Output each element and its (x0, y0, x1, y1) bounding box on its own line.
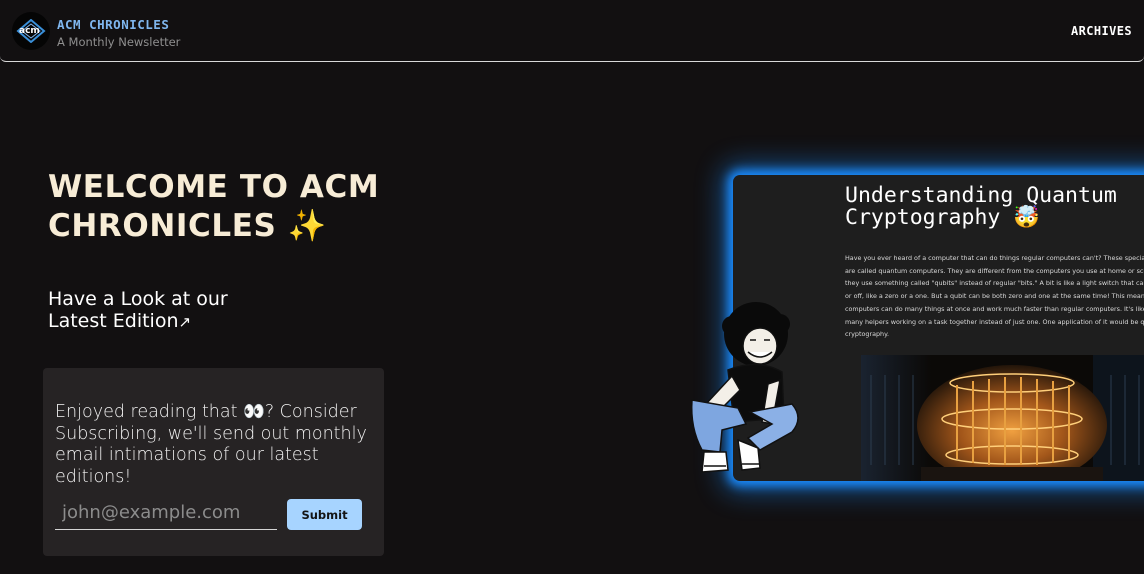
preview-title-line2: Cryptography 🤯 (845, 205, 1041, 230)
subscribe-card: Enjoyed reading that 👀? Consider Subscri… (43, 368, 384, 556)
preview-body-line: computers can do many things at once and… (845, 304, 1144, 313)
preview-body-line: are called quantum computers. They are d… (845, 266, 1144, 275)
site-title[interactable]: ACM CHRONICLES (57, 17, 169, 32)
hero-title: WELCOME TO ACM CHRONICLES ✨ (48, 168, 388, 246)
subscribe-text: Enjoyed reading that 👀? Consider Subscri… (55, 402, 367, 487)
preview-body: Have you ever heard of a computer that c… (845, 252, 1144, 341)
preview-body-line: cryptography. (845, 330, 890, 339)
preview-body-line: they use something called "qubits" inste… (845, 279, 1144, 288)
preview-body-line: many helpers working on a task together … (845, 317, 1144, 326)
crouching-person-illustration (680, 300, 810, 485)
hero-title-line1: WELCOME TO ACM (48, 169, 380, 205)
submit-button[interactable]: Submit (287, 499, 362, 530)
latest-edition-line2: Latest Edition↗ (48, 310, 192, 332)
hero-title-line2: CHRONICLES (48, 208, 277, 244)
email-input[interactable] (55, 496, 277, 530)
preview-body-line: or off, like a zero or a one. But a qubi… (845, 292, 1144, 301)
preview-title-line1: Understanding Quantum (845, 183, 1117, 208)
site-header: acm ACM CHRONICLES A Monthly Newsletter … (0, 0, 1144, 62)
site-subtitle: A Monthly Newsletter (57, 35, 181, 49)
preview-title: Understanding Quantum Cryptography 🤯 (845, 185, 1144, 229)
sparkles-icon: ✨ (287, 208, 328, 244)
arrow-up-right-icon: ↗ (178, 313, 192, 331)
preview-body-line: Have you ever heard of a computer that c… (845, 254, 1144, 262)
svg-text:acm: acm (19, 26, 40, 36)
latest-edition-link[interactable]: Have a Look at our Latest Edition↗ (48, 288, 308, 333)
nav-archives-link[interactable]: ARCHIVES (1071, 24, 1132, 38)
acm-logo-icon[interactable]: acm (12, 12, 50, 50)
quantum-computer-image (861, 355, 1144, 481)
latest-edition-line1: Have a Look at our (48, 288, 228, 310)
